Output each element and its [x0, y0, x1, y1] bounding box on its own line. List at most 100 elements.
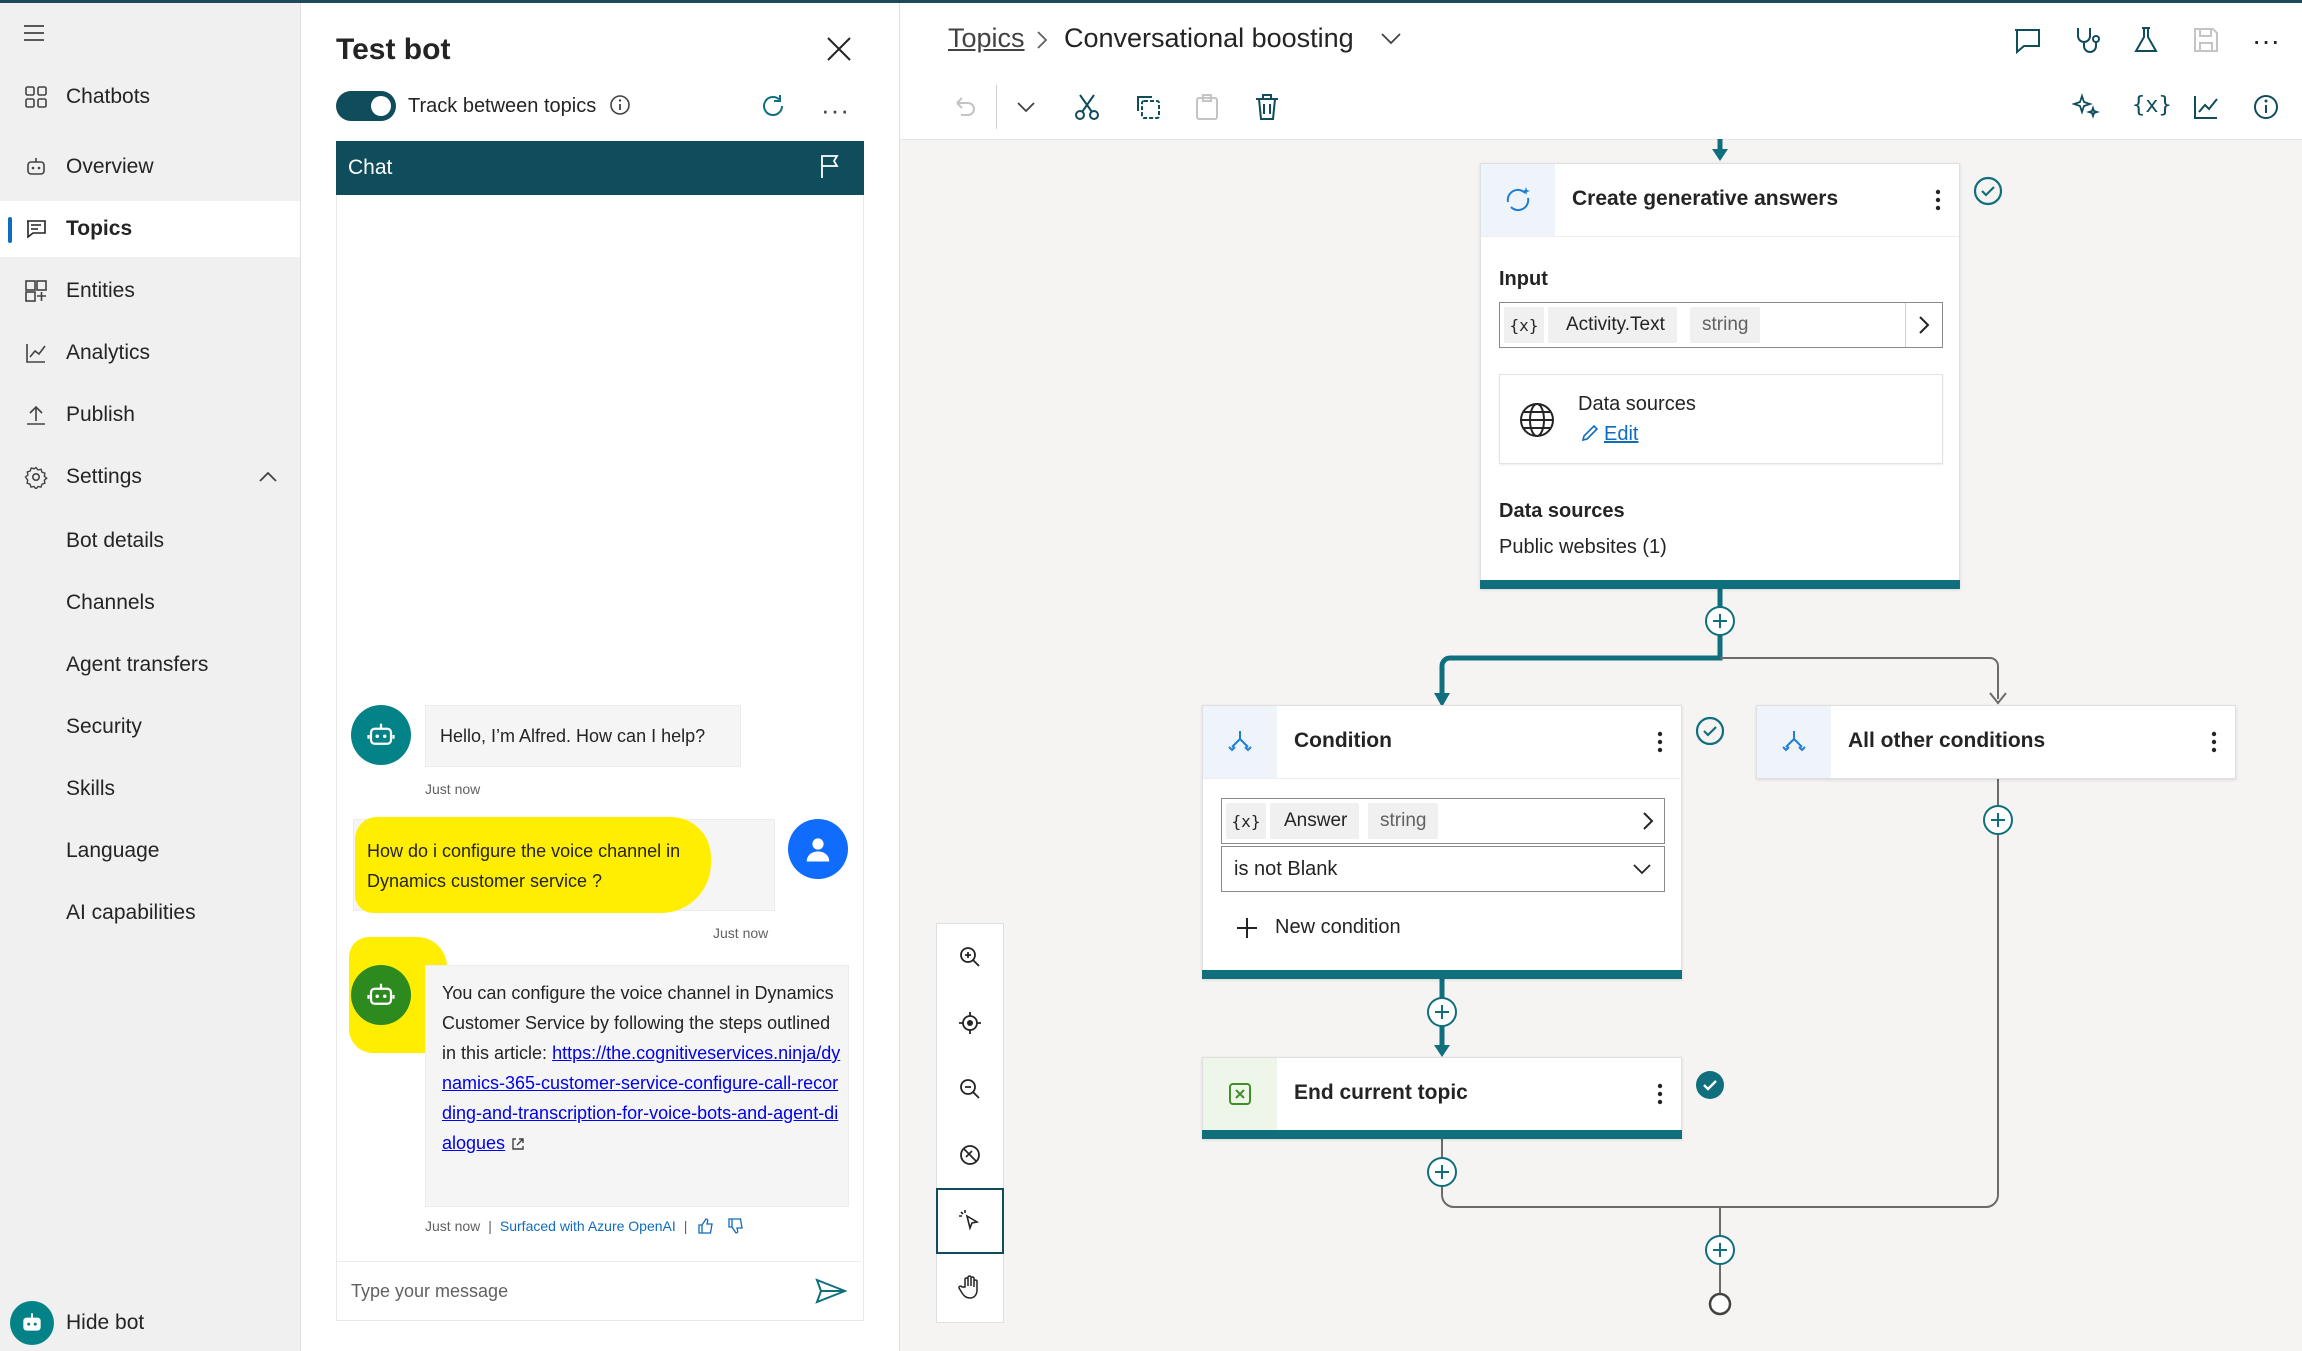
bot-message-text: Hello, I’m Alfred. How can I help?: [440, 726, 706, 746]
track-between-topics-label: Track between topics: [408, 95, 597, 117]
nav-sub-bot-details[interactable]: Bot details: [66, 529, 164, 553]
entities-icon: [24, 279, 48, 303]
nav-sub-ai-capabilities[interactable]: AI capabilities: [66, 901, 196, 925]
input-variable-field[interactable]: {x} Activity.Text string: [1499, 302, 1943, 348]
end-current-topic-node[interactable]: End current topic: [1202, 1057, 1682, 1139]
nav-item-label: Analytics: [66, 341, 151, 364]
data-sources-card: Data sources Edit: [1499, 374, 1943, 464]
chevron-down-icon[interactable]: [1632, 863, 1652, 875]
recenter-icon[interactable]: [937, 990, 1003, 1056]
message-timestamp: Just now: [713, 925, 769, 941]
plus-icon[interactable]: [1235, 916, 1259, 940]
zoom-in-icon[interactable]: [937, 924, 1003, 990]
nav-item-overview[interactable]: Overview: [0, 139, 300, 195]
nav-sub-skills[interactable]: Skills: [66, 777, 115, 801]
nav-item-analytics[interactable]: Analytics: [0, 325, 300, 381]
send-icon[interactable]: [815, 1278, 847, 1304]
generative-answers-icon: [1481, 164, 1555, 236]
more-vertical-icon[interactable]: [1657, 1082, 1663, 1106]
chevron-up-icon[interactable]: [258, 471, 278, 483]
left-navigation: Chatbots Overview Topics Entities Analyt…: [0, 3, 301, 1351]
authoring-canvas: Topics Conversational boosting ··· {x} C…: [900, 3, 2302, 1351]
nav-item-publish[interactable]: Publish: [0, 387, 300, 443]
data-sources-edit-link[interactable]: Edit: [1604, 423, 1638, 446]
bot-message-bubble: Hello, I’m Alfred. How can I help?: [425, 705, 741, 767]
flag-icon[interactable]: [818, 154, 842, 180]
more-vertical-icon[interactable]: [2211, 730, 2217, 754]
bot-avatar: [351, 965, 411, 1025]
variable-name: Answer: [1270, 803, 1360, 839]
select-pointer-icon[interactable]: [936, 1188, 1004, 1254]
variable-type: string: [1368, 803, 1439, 839]
bot-icon: [10, 1301, 54, 1345]
answer-footer: Just now | Surfaced with Azure OpenAI |: [425, 1217, 745, 1235]
more-vertical-icon[interactable]: [1935, 188, 1941, 212]
chat-header-label: Chat: [348, 156, 393, 179]
nav-item-chatbots[interactable]: Chatbots: [0, 69, 300, 125]
separator: |: [488, 1218, 492, 1234]
thumbs-down-icon[interactable]: [727, 1217, 745, 1235]
input-label: Input: [1499, 268, 1548, 290]
chat-header: Chat: [336, 141, 864, 195]
node-accent-bar: [1202, 1130, 1682, 1139]
condition-node[interactable]: Condition {x} Answer string is not Blank…: [1202, 705, 1682, 979]
thumbs-up-icon[interactable]: [697, 1217, 715, 1235]
condition-variable-field[interactable]: {x} Answer string: [1221, 798, 1665, 844]
nav-item-settings[interactable]: Settings: [0, 449, 300, 505]
add-node-button[interactable]: [1427, 997, 1457, 1027]
nav-item-topics[interactable]: Topics: [0, 201, 300, 257]
external-link-icon[interactable]: [510, 1136, 526, 1152]
user-message-text: How do i configure the voice channel in …: [367, 841, 681, 891]
bot-icon: [24, 155, 48, 179]
branch-icon: [1757, 706, 1831, 778]
add-node-button[interactable]: [1427, 1157, 1457, 1187]
zoom-out-icon[interactable]: [937, 1056, 1003, 1122]
pan-hand-icon[interactable]: [937, 1254, 1003, 1320]
nav-item-label: Chatbots: [66, 85, 151, 108]
nav-sub-security[interactable]: Security: [66, 715, 142, 739]
nav-item-entities[interactable]: Entities: [0, 263, 300, 319]
nav-sub-language[interactable]: Language: [66, 839, 159, 863]
add-node-button[interactable]: [1705, 606, 1735, 636]
info-icon[interactable]: [609, 94, 631, 116]
user-avatar: [788, 819, 848, 879]
data-sources-value: Public websites (1): [1499, 536, 1667, 558]
bot-answer-content: You can configure the voice channel in D…: [442, 978, 842, 1158]
edit-pencil-icon[interactable]: [1580, 423, 1600, 443]
message-timestamp: Just now: [425, 1218, 481, 1234]
node-title: All other conditions: [1848, 729, 2046, 752]
data-sources-title: Data sources: [1578, 393, 1696, 415]
chevron-right-icon[interactable]: [1905, 303, 1942, 347]
canvas-zoom-controls: [936, 923, 1004, 1323]
hide-bot-button[interactable]: Hide bot: [10, 1301, 144, 1345]
globe-icon: [1518, 401, 1556, 439]
refresh-icon[interactable]: [759, 92, 787, 120]
nav-item-label: Topics: [66, 217, 133, 240]
new-condition-button[interactable]: New condition: [1275, 916, 1401, 939]
hide-bot-label: Hide bot: [66, 1311, 145, 1334]
publish-icon: [24, 403, 48, 427]
nav-sub-agent-transfers[interactable]: Agent transfers: [66, 653, 208, 677]
nav-item-label: Overview: [66, 155, 154, 178]
generative-answers-node[interactable]: Create generative answers Input {x} Acti…: [1480, 163, 1960, 589]
add-node-button[interactable]: [1705, 1235, 1735, 1265]
operator-value: is not Blank: [1234, 858, 1338, 880]
all-other-conditions-node[interactable]: All other conditions: [1756, 705, 2236, 779]
hamburger-menu-icon[interactable]: [22, 23, 46, 43]
node-title: Condition: [1294, 729, 1392, 752]
node-header: All other conditions: [1757, 706, 2235, 778]
test-bot-title: Test bot: [336, 33, 451, 66]
more-vertical-icon[interactable]: [1657, 730, 1663, 754]
close-icon[interactable]: [825, 35, 853, 63]
nav-item-label: Entities: [66, 279, 135, 302]
add-node-button[interactable]: [1983, 805, 2013, 835]
track-between-topics-toggle[interactable]: [336, 91, 396, 121]
nav-sub-channels[interactable]: Channels: [66, 591, 155, 615]
variable-type: string: [1690, 307, 1761, 343]
minimap-icon[interactable]: [937, 1122, 1003, 1188]
operator-dropdown[interactable]: is not Blank: [1221, 846, 1665, 892]
message-input[interactable]: Type your message: [337, 1261, 861, 1320]
chevron-right-icon[interactable]: [1642, 811, 1654, 831]
more-options-icon[interactable]: ···: [821, 95, 850, 126]
variable-name: Activity.Text: [1548, 307, 1677, 343]
